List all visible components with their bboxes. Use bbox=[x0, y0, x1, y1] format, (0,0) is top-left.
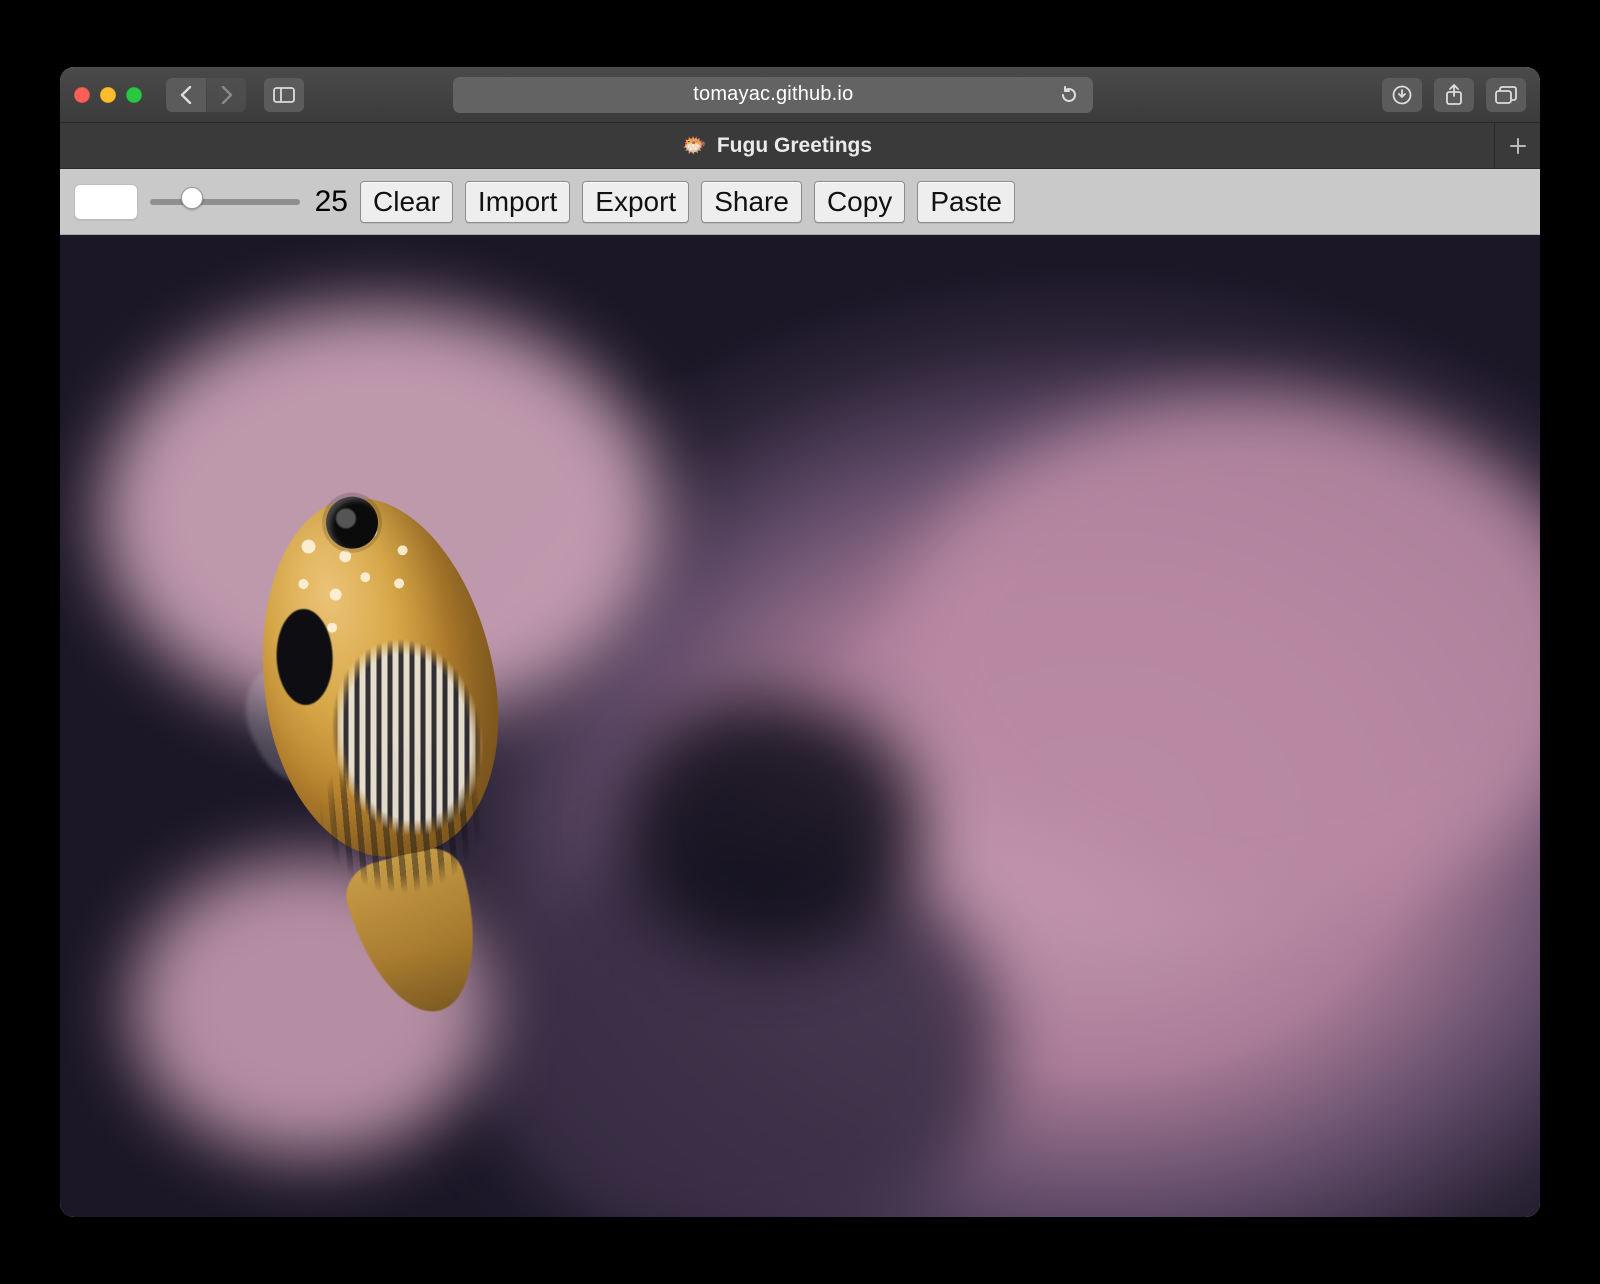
drawing-canvas[interactable] bbox=[60, 235, 1540, 1217]
address-bar[interactable]: tomayac.github.io bbox=[453, 77, 1093, 113]
brush-size-value: 25 bbox=[310, 185, 348, 219]
plus-icon bbox=[1509, 137, 1527, 155]
background-blob bbox=[620, 697, 920, 957]
browser-titlebar: tomayac.github.io bbox=[60, 67, 1540, 123]
clear-button[interactable]: Clear bbox=[360, 181, 453, 223]
fullscreen-window-button[interactable] bbox=[126, 87, 142, 103]
paste-button[interactable]: Paste bbox=[917, 181, 1015, 223]
tab-title: Fugu Greetings bbox=[717, 134, 872, 158]
tab-favicon-icon: 🐡 bbox=[682, 136, 707, 156]
sidebar-toggle-button[interactable] bbox=[264, 78, 304, 112]
downloads-button[interactable] bbox=[1382, 78, 1422, 112]
copy-button[interactable]: Copy bbox=[814, 181, 905, 223]
app-toolbar: 25 Clear Import Export Share Copy Paste bbox=[60, 169, 1540, 235]
tabs-overview-button[interactable] bbox=[1486, 78, 1526, 112]
chevron-right-icon bbox=[220, 86, 234, 104]
background-blob bbox=[900, 395, 1540, 915]
brush-size-slider[interactable] bbox=[150, 199, 300, 205]
reload-button[interactable] bbox=[1059, 85, 1079, 105]
browser-window: tomayac.github.io bbox=[60, 67, 1540, 1217]
nav-buttons bbox=[166, 78, 246, 112]
download-icon bbox=[1392, 85, 1412, 105]
color-picker[interactable] bbox=[74, 184, 138, 220]
window-controls bbox=[74, 87, 142, 103]
browser-tab-active[interactable]: 🐡 Fugu Greetings bbox=[60, 134, 1494, 158]
minimize-window-button[interactable] bbox=[100, 87, 116, 103]
browser-right-tools bbox=[1382, 78, 1526, 112]
reload-icon bbox=[1059, 85, 1079, 105]
sidebar-icon bbox=[273, 87, 295, 103]
share-button[interactable]: Share bbox=[701, 181, 802, 223]
new-tab-button[interactable] bbox=[1494, 123, 1540, 169]
close-window-button[interactable] bbox=[74, 87, 90, 103]
import-button[interactable]: Import bbox=[465, 181, 570, 223]
address-bar-url: tomayac.github.io bbox=[693, 83, 853, 106]
brush-size-control: 25 bbox=[150, 185, 348, 219]
chevron-left-icon bbox=[179, 86, 193, 104]
share-browser-button[interactable] bbox=[1434, 78, 1474, 112]
export-button[interactable]: Export bbox=[582, 181, 689, 223]
forward-button[interactable] bbox=[206, 78, 246, 112]
tabs-icon bbox=[1495, 86, 1517, 104]
browser-tabbar: 🐡 Fugu Greetings bbox=[60, 123, 1540, 169]
share-icon bbox=[1445, 84, 1463, 106]
back-button[interactable] bbox=[166, 78, 206, 112]
